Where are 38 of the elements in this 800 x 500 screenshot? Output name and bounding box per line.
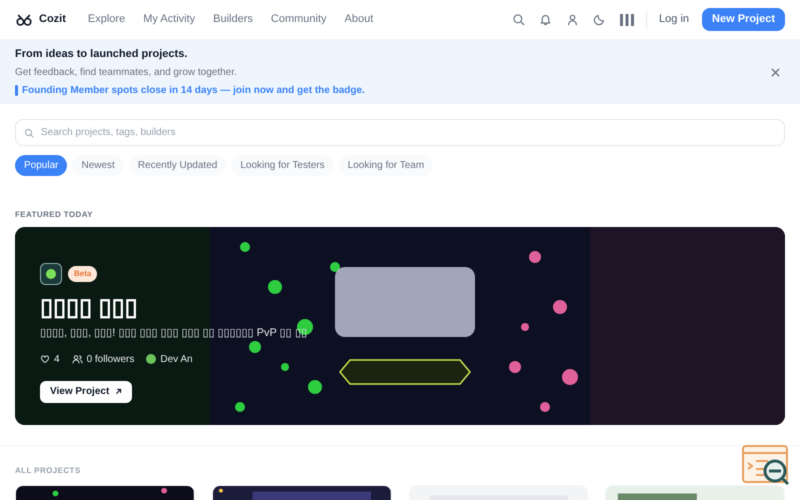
search-icon[interactable]	[512, 13, 526, 26]
banner-title: From ideas to launched projects.	[15, 46, 188, 62]
moon-icon[interactable]	[593, 13, 606, 26]
nav-link[interactable]: Explore	[88, 11, 126, 28]
bell-icon[interactable]	[539, 13, 552, 26]
status-badge: Beta	[68, 266, 98, 282]
columns-icon[interactable]	[620, 14, 634, 26]
login-link[interactable]: Log in	[659, 11, 690, 28]
user-icon[interactable]	[566, 13, 580, 26]
author-name: Dev An	[160, 352, 193, 366]
new-project-button[interactable]: New Project	[702, 8, 785, 31]
banner-subtitle: Get feedback, find teammates, and grow together.	[15, 66, 238, 80]
nav-link[interactable]: About	[344, 11, 374, 28]
accent-bar	[15, 85, 18, 96]
filter-chip[interactable]: Newest	[72, 155, 124, 176]
nav-link[interactable]: My Activity	[143, 11, 196, 28]
announcement-link[interactable]: Founding Member spots close in 14 days — join now and get the badge.	[22, 83, 365, 98]
filter-chip[interactable]: Popular	[15, 155, 68, 176]
nav-link[interactable]: Builders	[213, 11, 253, 28]
brand-name[interactable]: Cozit	[39, 11, 66, 28]
search-field[interactable]: Search projects, tags, builders	[15, 119, 785, 146]
project-description: ▯▯▯▯, ▯▯▯, ▯▯▯! ▯▯▯ ▯▯▯ ▯▯▯ ▯▯▯ ▯▯ ▯▯▯▯▯▯ PvP ▯▯ ▯▯	[40, 326, 307, 341]
like-count: 4	[54, 352, 60, 366]
project-title: ▯▯▯▯ ▯▯▯	[40, 293, 139, 323]
nav-link[interactable]: Community	[270, 11, 327, 28]
close-icon[interactable]	[771, 68, 780, 76]
search-icon	[24, 128, 34, 138]
arrow-icon	[115, 388, 122, 395]
filter-chip[interactable]: Looking for Testers	[231, 155, 334, 176]
filter-chip[interactable]: Recently Updated	[128, 155, 226, 176]
app-icon	[40, 263, 62, 285]
section-heading: ALL PROJECTS	[14, 465, 82, 477]
filter-chip[interactable]: Looking for Team	[338, 155, 434, 176]
view-project-button[interactable]: View Project	[40, 380, 132, 402]
section-heading: FEATURED TODAY	[14, 209, 94, 221]
heart-icon	[40, 354, 50, 364]
follower-count: 0 followers	[86, 352, 134, 366]
people-icon	[72, 354, 83, 364]
